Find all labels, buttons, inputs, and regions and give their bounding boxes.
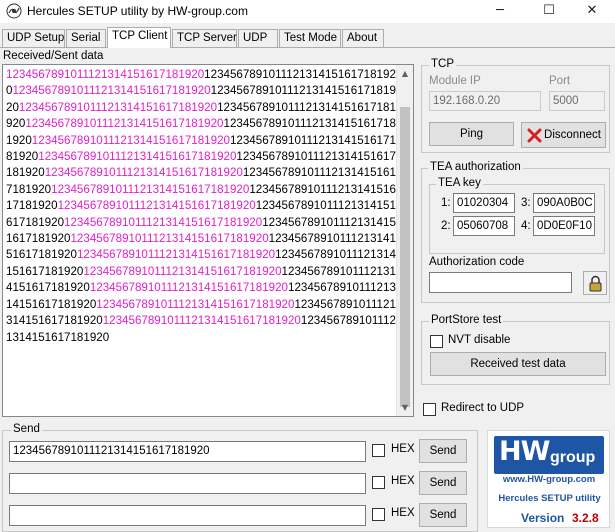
sent-data-segment: 1234567891011121314151617181920 — [31, 133, 230, 147]
module-ip-label: Module IP — [429, 75, 481, 87]
sent-data-segment: 1234567891011121314151617181920 — [76, 248, 276, 262]
hex-label-2: HEX — [391, 475, 415, 487]
ping-button[interactable]: Ping — [429, 122, 514, 146]
sent-data-segment: 1234567891011121314151617181920 — [96, 297, 295, 311]
hw-group-logo: HW group www.HW-group.com Hercules SETUP… — [487, 430, 610, 528]
tea-key-1-field[interactable]: 01020304 — [453, 193, 515, 213]
authorization-code-field[interactable] — [429, 272, 572, 293]
hex-checkbox-3[interactable] — [372, 508, 385, 521]
received-test-data-button[interactable]: Received test data — [430, 352, 606, 376]
sent-data-segment: 1234567891011121314151617181920 — [102, 314, 301, 328]
tea-key-2-label: 2: — [441, 220, 451, 232]
title-bar: Hercules SETUP utility by HW-group.com ─… — [0, 0, 615, 23]
disconnect-x-icon — [527, 128, 542, 143]
redirect-to-udp-checkbox[interactable] — [423, 403, 436, 416]
sent-data-segment: 1234567891011121314151617181920 — [44, 166, 243, 180]
received-data-text: 1234567891011121314151617181920 123456789… — [6, 67, 396, 346]
window-title: Hercules SETUP utility by HW-group.com — [27, 4, 248, 18]
version-label: Version — [521, 511, 565, 525]
tab-tcp-server[interactable]: TCP Server — [172, 29, 237, 47]
disconnect-button-label: Disconnect — [544, 129, 601, 141]
hex-checkbox-2[interactable] — [372, 476, 385, 489]
received-data-label: Received/Sent data — [3, 50, 104, 62]
tab-udp-setup[interactable]: UDP Setup — [2, 29, 65, 47]
hercules-app-icon — [6, 3, 22, 19]
nvt-disable-checkbox[interactable] — [430, 335, 443, 348]
tea-key-3-field[interactable]: 090A0B0C — [533, 193, 595, 213]
minimize-button[interactable]: ─ — [477, 0, 523, 23]
tea-key-4-label: 4: — [521, 220, 531, 232]
authorization-lock-button[interactable] — [583, 271, 607, 295]
tab-panel-border — [0, 47, 615, 48]
tea-key-2-field[interactable]: 05060708 — [453, 216, 515, 236]
sent-data-segment: 1234567891011121314151617181920 — [57, 199, 256, 213]
port-field[interactable]: 5000 — [549, 91, 605, 111]
send-group-title: Send — [11, 423, 42, 435]
scrollbar-thumb[interactable] — [400, 107, 410, 407]
logo-url: www.HW-group.com — [502, 474, 596, 485]
send-input-1[interactable]: 1234567891011121314151617181920 — [9, 441, 366, 462]
sent-data-segment: 1234567891011121314151617181920 — [18, 100, 218, 114]
lock-icon — [589, 275, 602, 292]
send-button-3[interactable]: Send — [419, 503, 467, 527]
sent-data-segment: 1234567891011121314151617181920 — [38, 150, 237, 164]
tea-key-4-field[interactable]: 0D0E0F10 — [533, 216, 595, 236]
scroll-up-arrow-icon[interactable]: ▲ — [397, 65, 413, 82]
hex-checkbox-1[interactable] — [372, 444, 385, 457]
sent-data-segment: 1234567891011121314151617181920 — [70, 232, 269, 246]
nvt-disable-label: NVT disable — [448, 334, 511, 346]
tab-serial[interactable]: Serial — [66, 29, 106, 47]
logo-product-name: Hercules SETUP utility — [498, 493, 601, 504]
send-input-2[interactable] — [9, 473, 366, 494]
tab-tcp-client[interactable]: TCP Client — [107, 27, 171, 48]
port-label: Port — [549, 75, 571, 87]
sent-data-segment: 1234567891011121314151617181920 — [64, 215, 263, 229]
scroll-down-arrow-icon[interactable]: ▼ — [397, 399, 413, 416]
received-data-scrollbar[interactable]: ▲ ▼ — [396, 65, 413, 416]
redirect-to-udp-label: Redirect to UDP — [441, 402, 525, 414]
authorization-code-label: Authorization code — [429, 256, 525, 268]
portstore-test-title: PortStore test — [429, 314, 504, 326]
tea-key-1-label: 1: — [441, 197, 451, 209]
logo-brand-hw: HW — [499, 436, 550, 467]
sent-data-segment: 1234567891011121314151617181920 — [12, 84, 211, 98]
tab-udp[interactable]: UDP — [238, 29, 278, 47]
tab-about[interactable]: About — [342, 29, 384, 47]
tea-key-title: TEA key — [436, 177, 483, 189]
tea-key-3-label: 3: — [521, 197, 531, 209]
send-input-3[interactable] — [9, 505, 366, 526]
sent-data-segment: 1234567891011121314151617181920 — [89, 281, 288, 295]
sent-data-segment: 1234567891011121314151617181920 — [51, 182, 250, 196]
hex-label-3: HEX — [391, 507, 415, 519]
received-data-area[interactable]: 1234567891011121314151617181920 123456789… — [2, 64, 414, 417]
logo-brand-block: HW group — [494, 436, 604, 474]
logo-brand-group: group — [550, 449, 596, 466]
version-number: 3.2.8 — [572, 511, 599, 525]
send-button-1[interactable]: Send — [419, 439, 467, 463]
hex-label-1: HEX — [391, 443, 415, 455]
tab-test-mode[interactable]: Test Mode — [279, 29, 341, 47]
sent-data-segment: 1234567891011121314151617181920 — [6, 68, 205, 81]
sent-data-segment: 1234567891011121314151617181920 — [25, 117, 224, 131]
sent-data-segment: 1234567891011121314151617181920 — [83, 264, 282, 278]
close-button[interactable]: ✕ — [569, 0, 615, 23]
send-button-2[interactable]: Send — [419, 471, 467, 495]
maximize-button[interactable]: ☐ — [526, 0, 572, 23]
module-ip-field[interactable]: 192.168.0.20 — [429, 91, 541, 111]
tea-authorization-title: TEA authorization — [428, 161, 523, 173]
tcp-group-title: TCP — [429, 58, 456, 70]
